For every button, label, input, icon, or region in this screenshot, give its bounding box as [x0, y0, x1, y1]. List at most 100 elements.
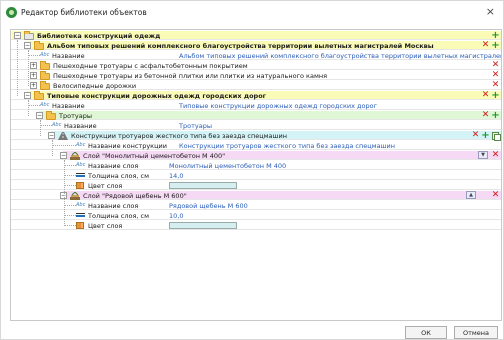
album-label: Альбом типовых решений комплексного благ…: [47, 42, 434, 50]
ruler-icon: [76, 213, 85, 217]
delete-button[interactable]: ✕: [491, 81, 500, 90]
layer2-name-label: Название слоя: [88, 202, 139, 210]
tree-row-layer2-name[interactable]: Abc Название слоя Рядовой щебень М 600: [11, 201, 501, 210]
library-icon: [24, 31, 34, 40]
layer2-name-value[interactable]: Рядовой щебень М 600: [169, 202, 248, 210]
palette-icon: [76, 182, 84, 189]
tree-row-layer2-thickness[interactable]: Толщина слоя, см 10,0: [11, 211, 501, 220]
add-button[interactable]: +: [481, 131, 490, 141]
tree-row-construction-name[interactable]: Abc Название конструкции Конструкции тро…: [11, 141, 501, 150]
ruler-icon: [76, 173, 85, 177]
move-down-button[interactable]: ▼: [478, 151, 488, 159]
collapse-typical-expander[interactable]: −: [24, 92, 31, 99]
move-up-button[interactable]: ▲: [466, 191, 476, 199]
collapse-construction-expander[interactable]: −: [48, 132, 55, 139]
construction-name-value[interactable]: Конструкции тротуаров жесткого типа без …: [179, 142, 395, 150]
delete-button[interactable]: ✕: [481, 111, 490, 120]
collapse-sidewalks-expander[interactable]: −: [36, 112, 43, 119]
layer2-thickness-label: Толщина слоя, см: [88, 212, 149, 220]
tree-guide: [52, 140, 53, 156]
tree-row-asphalt[interactable]: + Пешеходные тротуары с асфальтобетонным…: [11, 61, 501, 70]
bike-paths-label: Велосипедные дорожки: [53, 82, 137, 90]
folder-icon: [40, 71, 50, 80]
collapse-root-expander[interactable]: −: [14, 32, 21, 39]
text-property-icon: Abc: [40, 52, 50, 58]
typical-name-label: Название: [52, 102, 85, 110]
tree-guide: [17, 40, 18, 96]
expand-asphalt-expander[interactable]: +: [30, 62, 37, 69]
tree-row-bike[interactable]: + Велосипедные дорожки ✕: [11, 81, 501, 90]
layer1-name-value[interactable]: Монолитный цементобетон М 400: [169, 162, 286, 170]
delete-button[interactable]: ✕: [471, 131, 480, 140]
expand-bike-expander[interactable]: +: [30, 82, 37, 89]
construction-name-label: Название конструкции: [88, 142, 167, 150]
delete-button[interactable]: ✕: [491, 61, 500, 70]
tree-row-layer1[interactable]: − Слой "Монолитный цементобетон М 400" ▼…: [11, 151, 501, 160]
tree-row-typical[interactable]: − Типовые конструкции дорожных одежд гор…: [11, 91, 501, 101]
tree-row-construction[interactable]: − Конструкции тротуаров жесткого типа бе…: [11, 131, 501, 141]
cancel-button[interactable]: Отмена: [454, 326, 498, 339]
typical-label: Типовые конструкции дорожных одежд город…: [47, 92, 267, 100]
tree-row-layer1-name[interactable]: Abc Название слоя Монолитный цементобето…: [11, 161, 501, 170]
delete-button[interactable]: ✕: [481, 41, 490, 50]
tree-row-sidewalks[interactable]: − Тротуары ✕ +: [11, 111, 501, 121]
add-button[interactable]: +: [491, 91, 500, 101]
tree-row-album[interactable]: − Альбом типовых решений комплексного бл…: [11, 41, 501, 51]
tree-row-tile[interactable]: + Пешеходные тротуары из бетонной плитки…: [11, 71, 501, 80]
app-globe-icon: [6, 7, 17, 18]
expand-tile-expander[interactable]: +: [30, 72, 37, 79]
ok-button[interactable]: ОК: [405, 326, 447, 339]
delete-button[interactable]: ✕: [491, 191, 500, 200]
sidewalks-name-label: Название: [64, 122, 97, 130]
tree-connector: [64, 175, 76, 176]
album-name-label: Название: [52, 52, 85, 60]
delete-button[interactable]: ✕: [491, 71, 500, 80]
copy-icon[interactable]: [491, 131, 501, 141]
layer2-color-label: Цвет слоя: [88, 222, 123, 230]
tree-row-layer2-color[interactable]: Цвет слоя: [11, 221, 501, 230]
tree-row-sidewalks-name[interactable]: Abc Название Тротуары: [11, 121, 501, 130]
album-name-value[interactable]: Альбом типовых решений комплексного благ…: [179, 52, 501, 60]
delete-button[interactable]: ✕: [481, 91, 490, 100]
tree-row-layer1-color[interactable]: Цвет слоя: [11, 181, 501, 190]
folder-icon: [34, 91, 44, 100]
tree-connector: [64, 205, 76, 206]
tree-row-album-name[interactable]: Abc Название Альбом типовых решений комп…: [11, 51, 501, 60]
layer2-thickness-value[interactable]: 10,0: [169, 212, 183, 220]
layer1-label: Слой "Монолитный цементобетон М 400": [83, 152, 226, 160]
delete-button[interactable]: ✕: [491, 151, 500, 160]
text-property-icon: Abc: [76, 142, 86, 148]
collapse-layer1-expander[interactable]: −: [60, 152, 67, 159]
close-icon[interactable]: ×: [486, 5, 495, 18]
text-property-icon: Abc: [76, 162, 86, 168]
tree-connector: [40, 125, 52, 126]
tree-connector: [28, 55, 40, 56]
tree-connector: [64, 165, 76, 166]
tree-row-layer2[interactable]: − Слой "Рядовой щебень М 600" ▲ ✕: [11, 191, 501, 200]
add-button[interactable]: +: [491, 111, 500, 121]
layer2-color-swatch[interactable]: [169, 222, 237, 229]
folder-icon: [40, 81, 50, 90]
collapse-album-expander[interactable]: −: [24, 42, 31, 49]
layer1-color-swatch[interactable]: [169, 182, 237, 189]
tree-guide: [40, 120, 41, 136]
tree-row-root[interactable]: − Библиотека конструкций одежд +: [11, 31, 501, 41]
text-property-icon: Abc: [76, 202, 86, 208]
tree-row-typical-name[interactable]: Abc Название Типовые конструкции дорожны…: [11, 101, 501, 110]
typical-name-value[interactable]: Типовые конструкции дорожных одежд город…: [179, 102, 377, 110]
folder-icon: [40, 61, 50, 70]
layer1-name-label: Название слоя: [88, 162, 139, 170]
text-property-icon: Abc: [40, 102, 50, 108]
add-button[interactable]: +: [491, 31, 500, 41]
sidewalks-name-value[interactable]: Тротуары: [179, 122, 212, 130]
tree-row-layer1-thickness[interactable]: Толщина слоя, см 14,0: [11, 171, 501, 180]
add-button[interactable]: +: [491, 41, 500, 51]
object-tree[interactable]: − Библиотека конструкций одежд + − Альбо…: [10, 29, 502, 321]
layer1-color-label: Цвет слоя: [88, 182, 123, 190]
tree-connector: [52, 145, 76, 146]
tree-guide: [28, 100, 29, 116]
window-title: Редактор библиотеки объектов: [21, 8, 147, 17]
layer1-thickness-value[interactable]: 14,0: [169, 172, 183, 180]
folder-icon: [34, 41, 44, 50]
tree-guide: [28, 50, 29, 86]
